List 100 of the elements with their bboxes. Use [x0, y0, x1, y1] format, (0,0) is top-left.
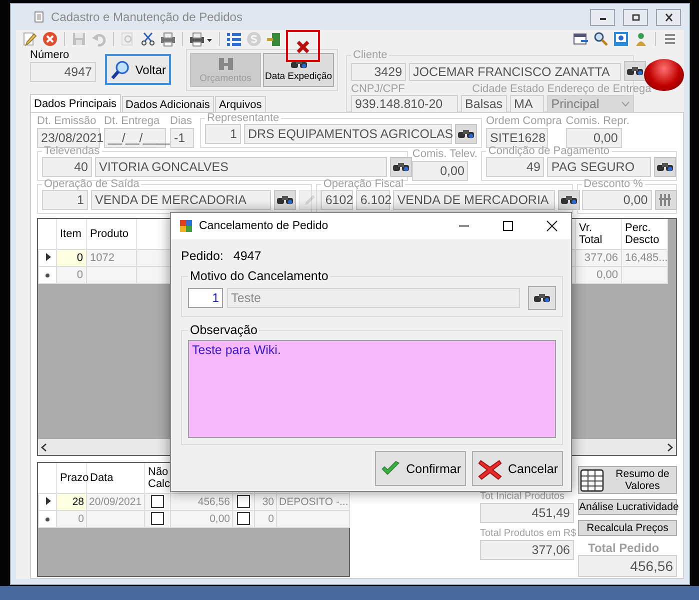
group-label: Representante: [206, 112, 280, 124]
order-label: Pedido:: [181, 249, 224, 263]
total-field: 377,06: [480, 540, 574, 560]
order-total-field: 456,56: [578, 555, 677, 577]
order-number-field: 4947: [30, 62, 96, 82]
document-field: 939.148.810-20: [351, 95, 458, 113]
scissors-icon[interactable]: [140, 31, 156, 47]
group-label: Cliente: [352, 49, 388, 61]
column-header[interactable]: Prazo: [56, 463, 86, 493]
binoculars-icon[interactable]: [390, 157, 412, 177]
field-label: Ordem Compra: [486, 115, 562, 128]
analysis-button[interactable]: Análise Lucratividade: [578, 499, 677, 516]
table-cell: 0: [56, 249, 86, 266]
checkbox[interactable]: [151, 495, 164, 508]
days-field: -1: [170, 128, 194, 148]
tab[interactable]: Dados Principais: [30, 94, 121, 113]
commission-field: 0,00: [412, 161, 468, 181]
checkbox[interactable]: [151, 512, 164, 525]
monitor-icon[interactable]: [613, 31, 629, 47]
dialog-icon: [179, 219, 193, 233]
field-label: Dt. Entrega: [104, 115, 161, 128]
representative-code-field: 1: [205, 124, 241, 144]
representative-name-field: DRS EQUIPAMENTOS AGRICOLAS: [244, 124, 452, 144]
table-cell: DEPOSITO -...: [276, 493, 350, 510]
field-label: Tot Inicial Produtos: [480, 490, 566, 503]
minimize-button[interactable]: [590, 8, 615, 26]
commission-field: 0,00: [566, 128, 622, 148]
column-header[interactable]: Vr. Total: [576, 219, 622, 249]
new-row-icon: [45, 272, 50, 278]
close-button[interactable]: [656, 8, 681, 26]
current-row-icon: [44, 496, 50, 504]
table-cell: 1072: [86, 249, 136, 266]
binoculars-icon[interactable]: [624, 61, 646, 81]
cancel-button[interactable]: Cancelar: [472, 451, 563, 486]
window-icon[interactable]: [573, 31, 589, 47]
operation-code-field: 1: [42, 190, 88, 210]
binoculars-icon[interactable]: [274, 190, 296, 210]
payment-code-field: 49: [486, 157, 544, 177]
menu-icon[interactable]: [662, 31, 678, 47]
reason-field: Teste: [227, 288, 520, 308]
telesales-code-field: 40: [42, 157, 92, 177]
column-header[interactable]: Produto: [86, 219, 136, 249]
cfop-field: 6.102: [356, 190, 390, 210]
binoculars-icon[interactable]: [654, 157, 676, 177]
list-icon[interactable]: [226, 31, 242, 47]
maximize-icon: [502, 220, 514, 232]
button-label: Resumo de Valores: [614, 468, 670, 492]
person-icon[interactable]: [633, 31, 649, 47]
dialog-title: Cancelamento de Pedido: [199, 220, 328, 232]
binoculars-icon[interactable]: [455, 124, 477, 144]
field-label: Cidade: [471, 84, 508, 95]
printer-icon[interactable]: [189, 31, 213, 47]
shipping-date-button[interactable]: Data Expedição: [263, 53, 334, 87]
table-cell: 0: [56, 266, 86, 283]
spreadsheet-icon: [579, 467, 605, 494]
scroll-right-icon: [667, 442, 673, 452]
state-field: MA: [510, 95, 544, 113]
column-header[interactable]: Não Calc: [144, 463, 170, 493]
observation-field[interactable]: Teste para Wiki.: [188, 340, 556, 438]
printer-icon[interactable]: [160, 31, 176, 47]
table-cell: 16,485...: [622, 249, 668, 266]
binoculars-icon[interactable]: [558, 190, 580, 210]
search-icon[interactable]: [593, 31, 609, 47]
column-header[interactable]: Item: [56, 219, 86, 249]
field-label: Estado: [510, 84, 544, 95]
field-label: Comis. Repr.: [566, 115, 630, 128]
minimize-icon: [458, 225, 470, 227]
checkbox[interactable]: [237, 495, 250, 508]
payment-name-field: PAG SEGURO: [547, 157, 652, 177]
field-label: CNPJ/CPF: [351, 84, 406, 95]
table-cell: 0,00: [170, 510, 232, 527]
client-name-field: JOCEMAR FRANCISCO ZANATTA: [409, 63, 622, 81]
order-number: 4947: [233, 249, 262, 263]
delete-icon[interactable]: [286, 30, 320, 62]
purchase-order-field: SITE1628: [486, 128, 548, 148]
confirm-button[interactable]: Confirmar: [375, 451, 466, 486]
recalculate-button[interactable]: Recalcula Preços: [578, 520, 677, 536]
table-cell: 0: [56, 510, 86, 527]
field-label: Endereço de Entrega: [547, 84, 652, 95]
checkbox[interactable]: [237, 512, 250, 525]
column-header[interactable]: Perc. Descto: [622, 219, 668, 249]
form-icon: [33, 11, 45, 23]
total-field: 451,49: [480, 503, 574, 523]
back-button[interactable]: Voltar: [105, 54, 171, 85]
maximize-button[interactable]: [623, 8, 648, 26]
tab[interactable]: Arquivos: [214, 96, 266, 112]
table-cell: 20/09/2021: [86, 493, 144, 510]
current-row-icon: [44, 252, 50, 260]
pencil-icon[interactable]: [22, 31, 38, 47]
reason-code-field[interactable]: 1: [188, 288, 224, 308]
table-cell: 28: [56, 493, 86, 510]
columns-icon[interactable]: [654, 190, 677, 210]
tab[interactable]: Dados Adicionais: [122, 96, 214, 112]
operation-name-field: VENDA DE MERCADORIA: [91, 190, 271, 210]
summary-button[interactable]: Resumo de Valores: [578, 466, 677, 494]
binoculars-icon[interactable]: [528, 286, 556, 310]
field-label: Total Produtos em R$: [480, 527, 574, 540]
cancel-icon[interactable]: [42, 31, 58, 47]
table-cell: 456,56: [170, 493, 232, 510]
door-icon[interactable]: [266, 31, 282, 47]
